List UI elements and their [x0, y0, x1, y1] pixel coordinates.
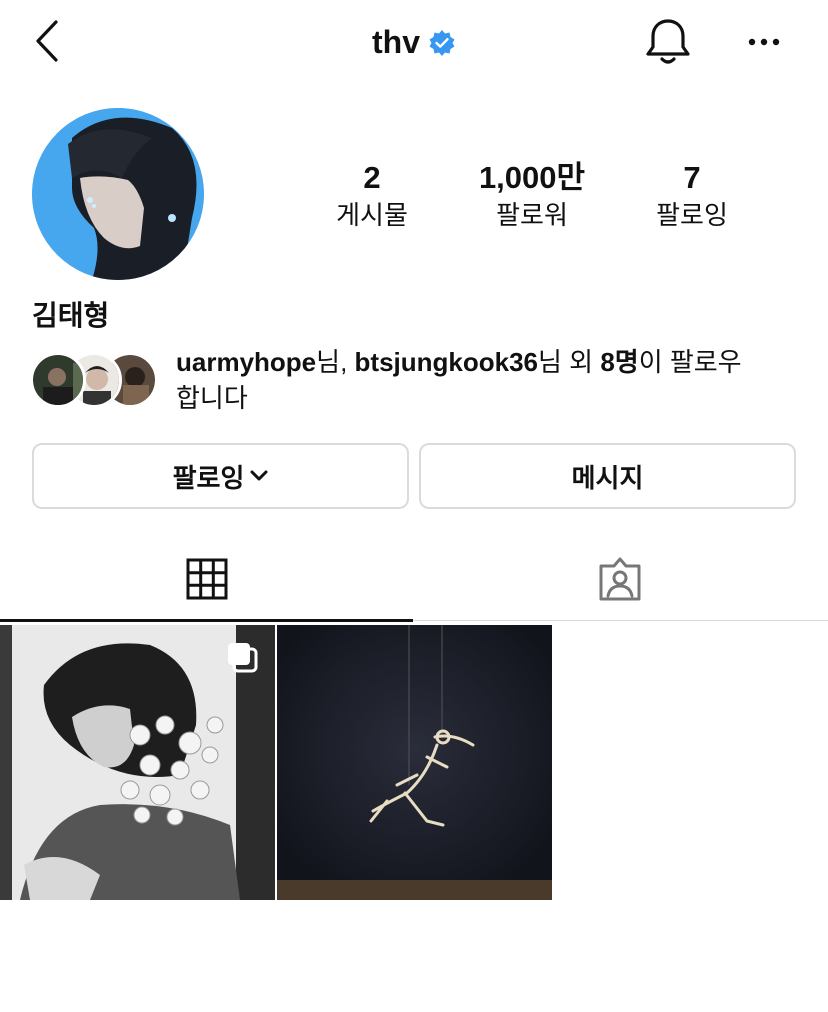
profile-full-name: 김태형	[32, 300, 110, 331]
posts-count-stat[interactable]: 2 게시물	[302, 160, 442, 232]
avatar-image	[32, 108, 204, 280]
verified-badge-icon	[429, 29, 455, 56]
following-button[interactable]: 팔로잉	[32, 443, 409, 509]
followed-by-avatars[interactable]	[30, 352, 170, 412]
followers-count: 1,000만	[478, 160, 586, 195]
following-count: 7	[683, 160, 701, 195]
follower-avatar-1	[30, 352, 86, 408]
profile-avatar[interactable]	[32, 108, 204, 280]
message-button[interactable]: 메시지	[419, 443, 796, 509]
bell-icon[interactable]	[640, 14, 696, 70]
followers-label: 팔로워	[496, 200, 568, 230]
more-horizontal-icon[interactable]	[742, 24, 786, 60]
following-button-label: 팔로잉	[172, 462, 245, 493]
posts-label: 게시물	[336, 200, 408, 230]
post-thumbnail-1[interactable]	[0, 625, 275, 900]
tab-active-indicator	[0, 619, 413, 622]
followed-by-suffix-3: 이 팔로우	[638, 347, 742, 377]
username-title: thv	[372, 24, 420, 61]
following-label: 팔로잉	[656, 200, 728, 230]
post-image-2	[277, 625, 552, 900]
posts-count: 2	[363, 160, 381, 195]
carousel-icon	[228, 643, 258, 673]
profile-username-header: thv	[0, 22, 828, 61]
followed-by-count: 8명	[600, 347, 639, 377]
followed-by-user-2[interactable]: btsjungkook36	[355, 347, 538, 377]
tagged-person-icon	[599, 557, 641, 601]
followed-by-user-1[interactable]: uarmyhope	[176, 347, 316, 377]
followers-count-stat[interactable]: 1,000만 팔로워	[462, 160, 602, 232]
chevron-down-icon	[250, 470, 268, 481]
tab-tagged[interactable]	[413, 540, 828, 620]
followed-by-suffix-2: 님 외	[538, 347, 601, 377]
followed-by-line-2: 합니다	[176, 383, 248, 413]
following-count-stat[interactable]: 7 팔로잉	[622, 160, 762, 232]
grid-icon	[186, 558, 228, 600]
followed-by-suffix-1: 님,	[316, 347, 355, 377]
post-thumbnail-2[interactable]	[277, 625, 552, 900]
followed-by-text[interactable]: uarmyhope님, btsjungkook36님 외 8명이 팔로우 합니다	[176, 344, 796, 416]
tab-grid[interactable]	[0, 540, 413, 620]
message-button-label: 메시지	[571, 462, 644, 493]
